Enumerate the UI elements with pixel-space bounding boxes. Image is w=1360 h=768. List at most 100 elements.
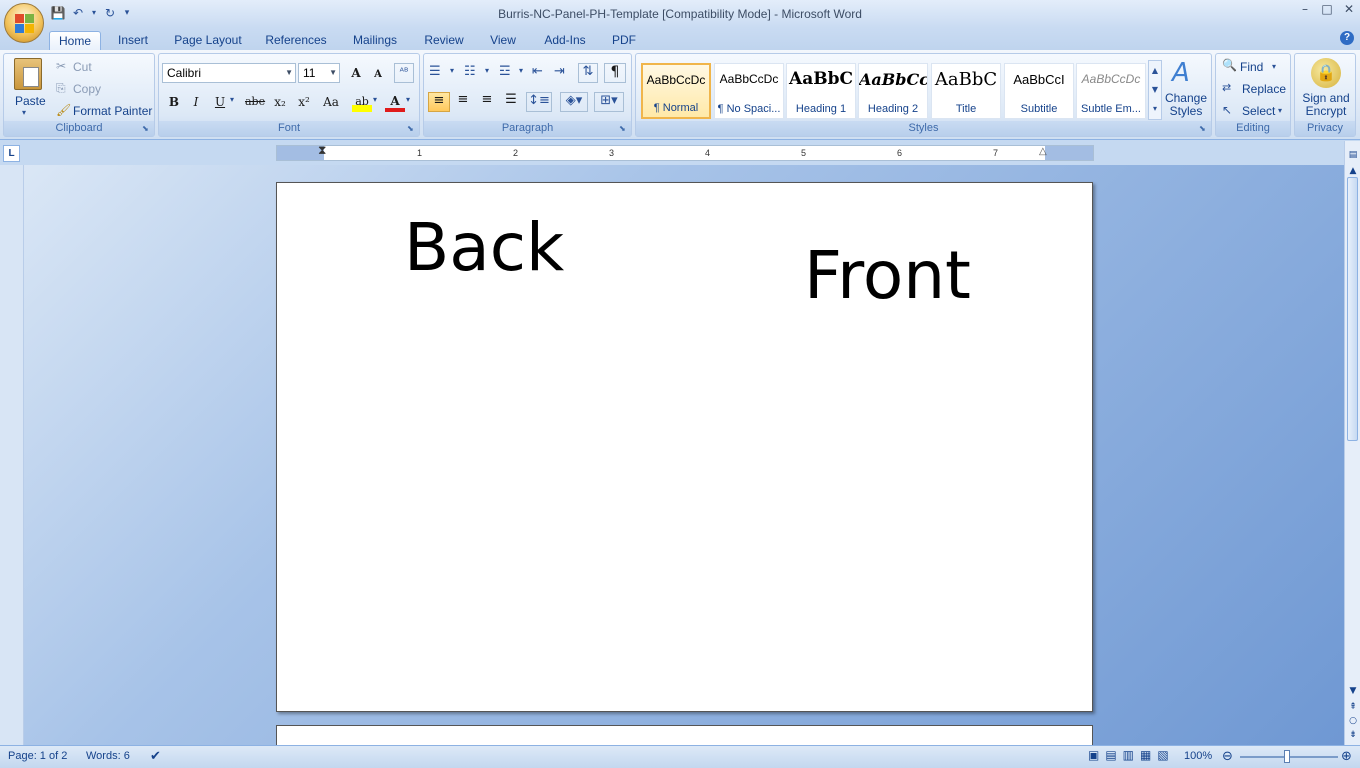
tab-page-layout[interactable]: Page Layout	[170, 31, 246, 51]
line-spacing-icon[interactable]: ↕≡	[526, 92, 552, 112]
change-styles-button[interactable]: Change Styles	[1164, 92, 1208, 118]
vertical-ruler	[0, 165, 24, 745]
style-title[interactable]: AaBbC Title	[931, 63, 1001, 119]
restore-icon[interactable]: □	[1320, 2, 1334, 16]
zoom-thumb[interactable]	[1284, 750, 1290, 763]
font-launcher-icon[interactable]: ⬊	[407, 124, 417, 134]
next-page-icon[interactable]: ⇟	[1347, 729, 1359, 741]
copy-button[interactable]: Copy	[73, 82, 101, 96]
tab-review[interactable]: Review	[418, 31, 470, 51]
grow-font-button[interactable]: A	[346, 63, 366, 83]
document-page-2[interactable]	[276, 725, 1093, 745]
bullets-dropdown-icon[interactable]: ▾	[450, 66, 454, 75]
change-case-button[interactable]: Aa	[319, 92, 343, 112]
tab-mailings[interactable]: Mailings	[346, 31, 404, 51]
font-name-combo[interactable]: Calibri ▼	[162, 63, 296, 83]
sort-icon[interactable]: ⇅	[578, 63, 598, 83]
style-heading-2[interactable]: AaBbCc Heading 2	[858, 63, 928, 119]
style-no-spacing[interactable]: AaBbCcDc ¶ No Spaci...	[714, 63, 784, 119]
shading-icon[interactable]: ◈▾	[560, 92, 588, 112]
underline-dropdown-icon[interactable]: ▾	[230, 95, 234, 104]
word-count[interactable]: Words: 6	[86, 750, 130, 762]
multilevel-list-icon[interactable]: ☲	[499, 64, 511, 79]
horizontal-ruler[interactable]: ⧗ △ 1 2 3 4 5 6 7	[276, 143, 1094, 161]
view-buttons-icon[interactable]: ▣▤▥▦▧	[1088, 748, 1175, 762]
find-button[interactable]: Find	[1240, 60, 1263, 74]
text-back[interactable]: Back	[404, 215, 564, 281]
strikethrough-button[interactable]: abe	[245, 92, 265, 112]
vertical-scrollbar[interactable]: ▤ ▲ ▼ ⇞ ○ ⇟	[1344, 141, 1360, 745]
ruler-number: 1	[417, 148, 423, 158]
clear-formatting-icon[interactable]: ᴬᴮ	[394, 63, 414, 83]
font-color-button[interactable]: A	[385, 92, 405, 112]
proofing-icon[interactable]: ✔	[150, 748, 161, 764]
close-icon[interactable]: ✕	[1342, 2, 1356, 16]
increase-indent-icon[interactable]: ⇥	[554, 64, 565, 79]
superscript-button[interactable]: x²	[294, 92, 314, 112]
styles-launcher-icon[interactable]: ⬊	[1199, 124, 1209, 134]
align-center-icon[interactable]: ≡	[452, 92, 474, 112]
zoom-in-icon[interactable]: ⊕	[1341, 748, 1352, 764]
indent-marker-icon[interactable]: ⧗	[318, 143, 326, 158]
sign-encrypt-button[interactable]: Sign and Encrypt	[1297, 92, 1355, 118]
paste-button[interactable]: Paste ▾	[8, 56, 48, 120]
minimize-icon[interactable]: –	[1298, 2, 1312, 16]
tab-pdf[interactable]: PDF	[608, 31, 640, 51]
numbering-dropdown-icon[interactable]: ▾	[485, 66, 489, 75]
style-normal[interactable]: AaBbCcDc ¶ Normal	[641, 63, 711, 119]
office-button[interactable]	[4, 3, 44, 43]
style-subtitle[interactable]: AaBbCcI Subtitle	[1004, 63, 1074, 119]
styles-scroll-icon[interactable]: ▲ ▼ ▾	[1148, 60, 1162, 120]
text-front[interactable]: Front	[804, 243, 971, 309]
tab-home[interactable]: Home	[49, 31, 101, 51]
bullets-icon[interactable]: ☰	[429, 64, 441, 79]
decrease-indent-icon[interactable]: ⇤	[532, 64, 543, 79]
format-painter-button[interactable]: Format Painter	[73, 104, 152, 118]
select-button[interactable]: Select	[1242, 104, 1275, 118]
select-browse-object-icon[interactable]: ○	[1347, 715, 1359, 727]
cut-button[interactable]: Cut	[73, 60, 92, 74]
tab-add-ins[interactable]: Add-Ins	[536, 31, 594, 51]
clipboard-launcher-icon[interactable]: ⬊	[142, 124, 152, 134]
zoom-level[interactable]: 100%	[1184, 750, 1212, 762]
font-size-combo[interactable]: 11 ▼	[298, 63, 340, 83]
window-controls: – □ ✕	[1298, 2, 1356, 16]
document-page[interactable]: Back Front	[276, 182, 1093, 712]
font-color-dropdown-icon[interactable]: ▾	[406, 95, 410, 104]
tab-view[interactable]: View	[484, 31, 522, 51]
styles-group-label: Styles	[636, 121, 1211, 136]
view-ruler-icon[interactable]: ▤	[1347, 149, 1359, 161]
align-left-icon[interactable]: ≡	[428, 92, 450, 112]
paragraph-launcher-icon[interactable]: ⬊	[619, 124, 629, 134]
justify-icon[interactable]: ☰	[500, 92, 522, 112]
style-subtle-emphasis[interactable]: AaBbCcDc Subtle Em...	[1076, 63, 1146, 119]
show-marks-button[interactable]: ¶	[604, 63, 626, 83]
select-dropdown-icon[interactable]: ▾	[1278, 106, 1282, 115]
scroll-up-icon[interactable]: ▲	[1347, 165, 1359, 177]
page-count[interactable]: Page: 1 of 2	[8, 750, 67, 762]
italic-button[interactable]: I	[186, 92, 206, 112]
find-dropdown-icon[interactable]: ▾	[1272, 62, 1276, 71]
ruler-left-margin	[277, 146, 324, 160]
scroll-down-icon[interactable]: ▼	[1347, 685, 1359, 697]
previous-page-icon[interactable]: ⇞	[1347, 701, 1359, 713]
highlight-dropdown-icon[interactable]: ▾	[373, 95, 377, 104]
bold-button[interactable]: B	[164, 92, 184, 112]
shrink-font-button[interactable]: A	[368, 65, 388, 85]
right-indent-marker-icon[interactable]: △	[1039, 146, 1047, 157]
multilevel-dropdown-icon[interactable]: ▾	[519, 66, 523, 75]
subscript-button[interactable]: x₂	[270, 92, 290, 112]
style-heading-1[interactable]: AaBbC Heading 1	[786, 63, 856, 119]
align-right-icon[interactable]: ≡	[476, 92, 498, 112]
underline-button[interactable]: U	[210, 92, 230, 112]
tab-references[interactable]: References	[260, 31, 332, 51]
tab-selector[interactable]: L	[3, 145, 20, 162]
zoom-out-icon[interactable]: ⊖	[1222, 748, 1233, 764]
numbering-icon[interactable]: ☷	[464, 64, 476, 79]
borders-icon[interactable]: ⊞▾	[594, 92, 624, 112]
help-icon[interactable]: ?	[1340, 31, 1354, 45]
tab-insert[interactable]: Insert	[110, 31, 156, 51]
replace-button[interactable]: Replace	[1242, 82, 1286, 96]
scroll-thumb[interactable]	[1347, 177, 1358, 441]
highlight-button[interactable]: ab	[352, 92, 372, 112]
